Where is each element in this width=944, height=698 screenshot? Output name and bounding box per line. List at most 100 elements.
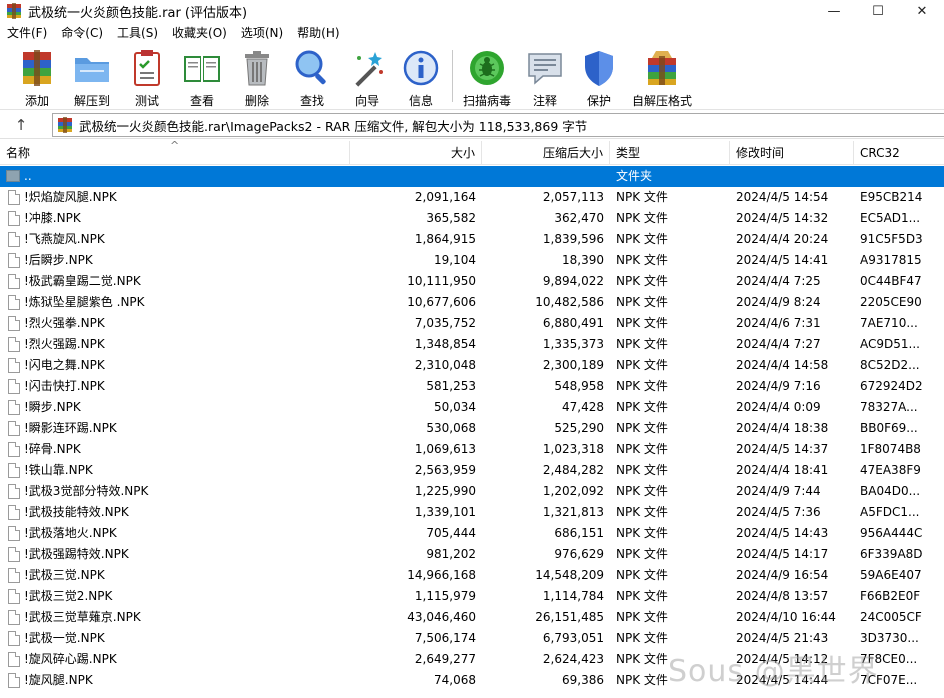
add-button[interactable]: 添加 bbox=[16, 46, 58, 108]
file-crc bbox=[860, 166, 940, 187]
protect-button[interactable]: 保护 bbox=[578, 46, 620, 108]
file-icon bbox=[8, 253, 20, 268]
test-clipboard-icon bbox=[127, 48, 167, 88]
scan-virus-button[interactable]: 扫描病毒 bbox=[460, 46, 514, 108]
file-size: 19,104 bbox=[434, 253, 476, 267]
file-modified bbox=[736, 166, 854, 187]
file-packed-size: 6,793,051 bbox=[542, 631, 604, 645]
table-row[interactable]: !炼狱坠星腿紫色 .NPK 10,677,606 10,482,586 NPK 文件 2… bbox=[0, 292, 944, 313]
minimize-button[interactable]: — bbox=[812, 0, 856, 22]
file-icon bbox=[8, 400, 20, 415]
protect-label: 保护 bbox=[586, 94, 611, 108]
menu-options[interactable]: 选项(N) bbox=[236, 22, 288, 44]
sfx-button[interactable]: 自解压格式 bbox=[630, 46, 694, 108]
table-row[interactable]: !武极三觉.NPK 14,966,168 14,548,209 NPK 文件 2024/… bbox=[0, 565, 944, 586]
file-type: NPK 文件 bbox=[616, 442, 668, 456]
test-button[interactable]: 测试 bbox=[126, 46, 168, 108]
table-row[interactable]: !武极强踢特效.NPK 981,202 976,629 NPK 文件 2024/4/5 … bbox=[0, 544, 944, 565]
file-type: NPK 文件 bbox=[616, 547, 668, 561]
menu-commands[interactable]: 命令(C) bbox=[56, 22, 108, 44]
wizard-wand-icon bbox=[347, 48, 387, 88]
winrar-app-icon bbox=[6, 3, 22, 19]
file-packed-size: 548,958 bbox=[554, 379, 604, 393]
file-modified: 2024/4/9 8:24 bbox=[736, 295, 821, 309]
file-name: !碎骨.NPK bbox=[24, 442, 81, 456]
file-crc: 8C52D2... bbox=[860, 358, 920, 372]
file-type: NPK 文件 bbox=[616, 400, 668, 414]
table-row[interactable]: !冲膝.NPK 365,582 362,470 NPK 文件 2024/4/5 14:3… bbox=[0, 208, 944, 229]
extract-to-button[interactable]: 解压到 bbox=[70, 46, 114, 108]
info-button[interactable]: 信息 bbox=[400, 46, 442, 108]
table-row[interactable]: !武极3觉部分特效.NPK 1,225,990 1,202,092 NPK 文件 202… bbox=[0, 481, 944, 502]
file-size: 2,310,048 bbox=[414, 358, 476, 372]
menu-file[interactable]: 文件(F) bbox=[2, 22, 52, 44]
table-row[interactable]: !烈火强踢.NPK 1,348,854 1,335,373 NPK 文件 2024/4/… bbox=[0, 334, 944, 355]
table-row[interactable]: !瞬步.NPK 50,034 47,428 NPK 文件 2024/4/4 0:09 78… bbox=[0, 397, 944, 418]
table-row[interactable]: !铁山靠.NPK 2,563,959 2,484,282 NPK 文件 2024/4/4… bbox=[0, 460, 944, 481]
file-name: !武极强踢特效.NPK bbox=[24, 547, 129, 561]
table-row[interactable]: !武极三觉草薙京.NPK 43,046,460 26,151,485 NPK 文件 20… bbox=[0, 607, 944, 628]
file-name: !武极落地火.NPK bbox=[24, 526, 117, 540]
up-arrow-icon[interactable]: ↑ bbox=[0, 111, 42, 139]
table-row[interactable]: !武极技能特效.NPK 1,339,101 1,321,813 NPK 文件 2024/… bbox=[0, 502, 944, 523]
file-name: .. bbox=[24, 169, 32, 183]
table-row[interactable]: !极武霸皇踢二觉.NPK 10,111,950 9,894,022 NPK 文件 202… bbox=[0, 271, 944, 292]
file-crc: E95CB214 bbox=[860, 190, 923, 204]
column-header-packed[interactable]: 压缩后大小 bbox=[482, 141, 610, 165]
file-packed-size: 1,114,784 bbox=[542, 589, 604, 603]
file-type: NPK 文件 bbox=[616, 274, 668, 288]
file-size: 1,115,979 bbox=[414, 589, 476, 603]
file-name: !闪击快打.NPK bbox=[24, 379, 105, 393]
file-size: 2,649,277 bbox=[414, 652, 476, 666]
delete-button[interactable]: 删除 bbox=[236, 46, 278, 108]
table-row[interactable]: !碎骨.NPK 1,069,613 1,023,318 NPK 文件 2024/4/5 … bbox=[0, 439, 944, 460]
wizard-button[interactable]: 向导 bbox=[346, 46, 388, 108]
column-header-size[interactable]: 大小 bbox=[350, 141, 482, 165]
table-row[interactable]: !武极落地火.NPK 705,444 686,151 NPK 文件 2024/4/5 1… bbox=[0, 523, 944, 544]
find-button[interactable]: 查找 bbox=[290, 46, 334, 108]
column-header-crc[interactable]: CRC32 bbox=[854, 141, 944, 165]
close-button[interactable]: ✕ bbox=[900, 0, 944, 22]
table-row[interactable]: !瞬影连环踢.NPK 530,068 525,290 NPK 文件 2024/4/4 1… bbox=[0, 418, 944, 439]
file-crc: 6F339A8D bbox=[860, 547, 923, 561]
file-size: 981,202 bbox=[426, 547, 476, 561]
table-row[interactable]: !后瞬步.NPK 19,104 18,390 NPK 文件 2024/4/5 14:41… bbox=[0, 250, 944, 271]
view-button[interactable]: 查看 bbox=[180, 46, 224, 108]
file-crc: F66B2E0F bbox=[860, 589, 921, 603]
file-packed-size: 1,335,373 bbox=[542, 337, 604, 351]
file-crc: A5FDC1... bbox=[860, 505, 920, 519]
table-row[interactable]: !闪电之舞.NPK 2,310,048 2,300,189 NPK 文件 2024/4/… bbox=[0, 355, 944, 376]
column-header-modified[interactable]: 修改时间 bbox=[730, 141, 854, 165]
file-name: !闪电之舞.NPK bbox=[24, 358, 105, 372]
address-path-box[interactable]: 武极统一火炎颜色技能.rar\ImagePacks2 - RAR 压缩文件, 解… bbox=[52, 113, 944, 137]
file-packed-size: 2,057,113 bbox=[542, 190, 604, 204]
parent-folder-row[interactable]: .. 文件夹 bbox=[0, 166, 944, 187]
file-crc: A9317815 bbox=[860, 253, 922, 267]
table-row[interactable]: !闪击快打.NPK 581,253 548,958 NPK 文件 2024/4/9 7:… bbox=[0, 376, 944, 397]
table-row[interactable]: !飞燕旋风.NPK 1,864,915 1,839,596 NPK 文件 2024/4/… bbox=[0, 229, 944, 250]
menu-help[interactable]: 帮助(H) bbox=[292, 22, 344, 44]
window-controls: — ☐ ✕ bbox=[812, 0, 944, 22]
file-size: 530,068 bbox=[426, 421, 476, 435]
menu-tools[interactable]: 工具(S) bbox=[112, 22, 163, 44]
find-label: 查找 bbox=[299, 94, 324, 108]
menu-favorites[interactable]: 收藏夹(O) bbox=[167, 22, 232, 44]
file-type: NPK 文件 bbox=[616, 295, 668, 309]
column-header-name[interactable]: 名称 ^ bbox=[0, 139, 350, 165]
file-icon bbox=[8, 316, 20, 331]
table-row[interactable]: !烈火强拳.NPK 7,035,752 6,880,491 NPK 文件 2024/4/… bbox=[0, 313, 944, 334]
file-packed-size: 10,482,586 bbox=[535, 295, 604, 309]
column-header-type[interactable]: 类型 bbox=[610, 141, 730, 165]
maximize-button[interactable]: ☐ bbox=[856, 0, 900, 22]
file-type: NPK 文件 bbox=[616, 610, 668, 624]
file-size: 2,563,959 bbox=[414, 463, 476, 477]
file-name: !飞燕旋风.NPK bbox=[24, 232, 105, 246]
file-crc: 47EA38F9 bbox=[860, 463, 921, 477]
table-row[interactable]: !武极三觉2.NPK 1,115,979 1,114,784 NPK 文件 2024/4… bbox=[0, 586, 944, 607]
table-row[interactable]: !炽焰旋风腿.NPK 2,091,164 2,057,113 NPK 文件 2024/4… bbox=[0, 187, 944, 208]
comment-button[interactable]: 注释 bbox=[524, 46, 566, 108]
file-modified: 2024/4/5 14:43 bbox=[736, 526, 829, 540]
file-type: 文件夹 bbox=[616, 169, 653, 183]
toolbar: 添加 解压到 测试 查看 删除 查找 向导 信息 扫描病毒 注释 保护 自解压格… bbox=[0, 44, 944, 110]
file-packed-size: 1,202,092 bbox=[542, 484, 604, 498]
